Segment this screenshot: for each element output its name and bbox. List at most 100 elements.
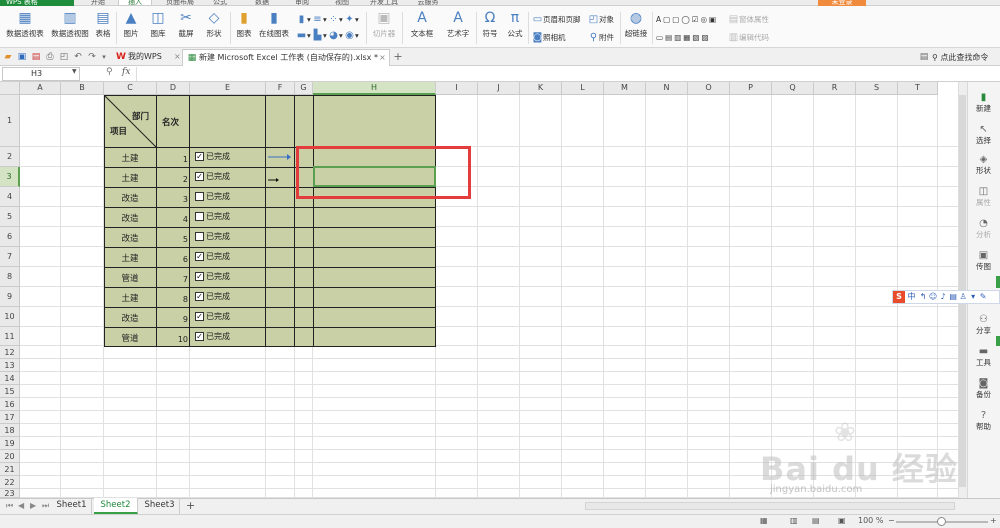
customize-quick-access-icon[interactable]: ▾ <box>98 51 110 63</box>
next-sheet-icon[interactable]: ▶ <box>30 501 36 510</box>
row-header[interactable]: 2 <box>0 147 20 167</box>
horizontal-scrollbar[interactable] <box>585 502 955 510</box>
column-header[interactable]: M <box>604 82 646 95</box>
slicer-button[interactable]: ▣ 切片器 <box>370 10 398 46</box>
row-header[interactable]: 15 <box>0 385 20 398</box>
shapes-button[interactable]: ◇ 形状 <box>202 10 226 46</box>
keyboard-icon[interactable]: ▤ <box>948 291 958 303</box>
row-header[interactable]: 20 <box>0 450 20 463</box>
row-header[interactable]: 19 <box>0 437 20 450</box>
sheet-tab-3[interactable]: Sheet3 <box>140 498 180 514</box>
rank-cell[interactable]: 4 <box>157 215 188 224</box>
column-header[interactable]: E <box>190 82 266 95</box>
formula-button[interactable]: π 公式 <box>504 10 526 46</box>
done-checkbox[interactable]: ✓ <box>195 172 204 181</box>
column-header[interactable]: J <box>478 82 520 95</box>
row-header[interactable]: 8 <box>0 267 20 287</box>
done-checkbox[interactable]: ✓ <box>195 332 204 341</box>
edit-code-button[interactable]: ▥编辑代码 <box>728 32 769 44</box>
sheet-tab-1[interactable]: Sheet1 <box>52 498 92 514</box>
rank-cell[interactable]: 7 <box>157 275 188 284</box>
row-header[interactable]: 16 <box>0 398 20 411</box>
column-chart-dropdown[interactable]: ▮ ▾ <box>296 14 311 26</box>
dept-cell[interactable]: 土建 <box>104 292 156 304</box>
row-header[interactable]: 14 <box>0 372 20 385</box>
doc-tab-workbook[interactable]: ▦ 新建 Microsoft Excel 工作表 (自动保存的).xlsx * × <box>182 49 390 66</box>
normal-view-icon[interactable]: ▦ <box>760 516 768 525</box>
rank-cell[interactable]: 6 <box>157 255 188 264</box>
header-footer-button[interactable]: ▭页眉和页脚 <box>532 14 581 26</box>
column-header[interactable]: P <box>730 82 772 95</box>
insert-function-button[interactable]: fx <box>122 67 130 77</box>
rank-cell[interactable]: 1 <box>157 155 188 164</box>
panel-item-backup[interactable]: ◙ 备份 <box>967 378 1000 400</box>
form-controls-row1[interactable]: A▢▢◯☑◎▣ <box>656 14 718 26</box>
blue-arrow-shape[interactable] <box>266 152 292 162</box>
object-button[interactable]: ◰对象 <box>588 14 614 26</box>
sheet-tab-2[interactable]: Sheet2 <box>94 498 138 514</box>
close-tab-icon[interactable]: × <box>174 49 181 65</box>
panel-item-upload-image[interactable]: ▣ 传图 <box>967 250 1000 272</box>
panel-item-help[interactable]: ? 帮助 <box>967 410 1000 432</box>
print-icon[interactable]: ⎙ <box>44 51 56 63</box>
panel-item-toolbox[interactable]: ▬ 工具 <box>967 346 1000 368</box>
scatter-chart-dropdown[interactable]: ⁘▾ <box>328 14 342 26</box>
dept-cell[interactable]: 管道 <box>104 272 156 284</box>
rank-cell[interactable]: 9 <box>157 315 188 324</box>
doc-tab-my-wps[interactable]: W 我的WPS × <box>112 49 182 66</box>
row-header[interactable]: 13 <box>0 359 20 372</box>
done-checkbox[interactable] <box>195 232 204 241</box>
dept-cell[interactable]: 改造 <box>104 232 156 244</box>
rank-cell[interactable]: 5 <box>157 235 188 244</box>
done-checkbox[interactable] <box>195 212 204 221</box>
column-header[interactable]: F <box>266 82 295 95</box>
emoji-icon[interactable]: ☺ <box>928 291 938 303</box>
undo-icon[interactable]: ↶ <box>72 51 84 63</box>
row-header[interactable]: 21 <box>0 463 20 476</box>
pivot-table-button[interactable]: ▦ 数据透视表 <box>4 10 46 46</box>
combo-chart-dropdown[interactable]: ▙ ▾ <box>312 30 327 42</box>
rank-cell[interactable]: 2 <box>157 175 188 184</box>
panel-item-share[interactable]: ⚇ 分享 <box>967 314 1000 336</box>
zoom-slider-knob[interactable] <box>937 517 946 526</box>
other-chart-dropdown[interactable]: ◉▾ <box>344 30 359 42</box>
zoom-level[interactable]: 100 % <box>858 516 883 525</box>
camera-button[interactable]: ◙照相机 <box>532 32 566 44</box>
rank-cell[interactable]: 3 <box>157 195 188 204</box>
redo-icon[interactable]: ↷ <box>86 51 98 63</box>
column-header[interactable]: O <box>688 82 730 95</box>
wrench-icon[interactable]: ✎ <box>978 291 988 303</box>
first-sheet-icon[interactable]: ⏮ <box>6 501 13 511</box>
gallery-button[interactable]: ◫ 图库 <box>146 10 170 46</box>
textbox-button[interactable]: A 文本框 <box>406 10 438 46</box>
fullscreen-icon[interactable]: ▣ <box>838 516 846 525</box>
column-header[interactable]: I <box>436 82 478 95</box>
ime-mode[interactable]: 中 <box>908 292 916 301</box>
save-icon[interactable]: ▣ <box>16 51 28 63</box>
column-header[interactable]: T <box>898 82 938 95</box>
column-header[interactable]: B <box>61 82 104 95</box>
command-search[interactable]: ⚲ 点此查找命令 <box>932 52 1000 64</box>
print-preview-icon[interactable]: ◰ <box>58 51 70 63</box>
select-all-corner[interactable] <box>0 82 20 95</box>
row-header[interactable]: 22 <box>0 476 20 489</box>
ime-toolbar[interactable]: S 中 ↰ ☺ ♪ ▤ ♙ ▾ ✎ <box>892 290 1000 304</box>
black-arrow-shape[interactable] <box>266 175 280 185</box>
wordart-button[interactable]: A 艺术字 <box>442 10 474 46</box>
dept-cell[interactable]: 改造 <box>104 312 156 324</box>
column-header[interactable]: A <box>20 82 61 95</box>
microphone-icon[interactable]: ♪ <box>938 291 948 303</box>
done-checkbox[interactable]: ✓ <box>195 272 204 281</box>
attachment-button[interactable]: ⚲ 附件 <box>588 32 614 44</box>
zoom-in-icon[interactable]: + <box>990 516 997 525</box>
open-icon[interactable]: ▰ <box>2 51 14 63</box>
column-header[interactable]: G <box>295 82 313 95</box>
done-checkbox[interactable]: ✓ <box>195 292 204 301</box>
bar-chart-dropdown[interactable]: ▬▾ <box>296 30 311 42</box>
close-tab-icon[interactable]: × <box>379 50 386 66</box>
column-header[interactable]: K <box>520 82 562 95</box>
tab-list-icon[interactable]: ▤ <box>918 51 930 63</box>
panel-item-analysis[interactable]: ◔ 分析 <box>967 218 1000 240</box>
row-header[interactable]: 6 <box>0 227 20 247</box>
add-sheet-icon[interactable]: + <box>186 499 195 512</box>
